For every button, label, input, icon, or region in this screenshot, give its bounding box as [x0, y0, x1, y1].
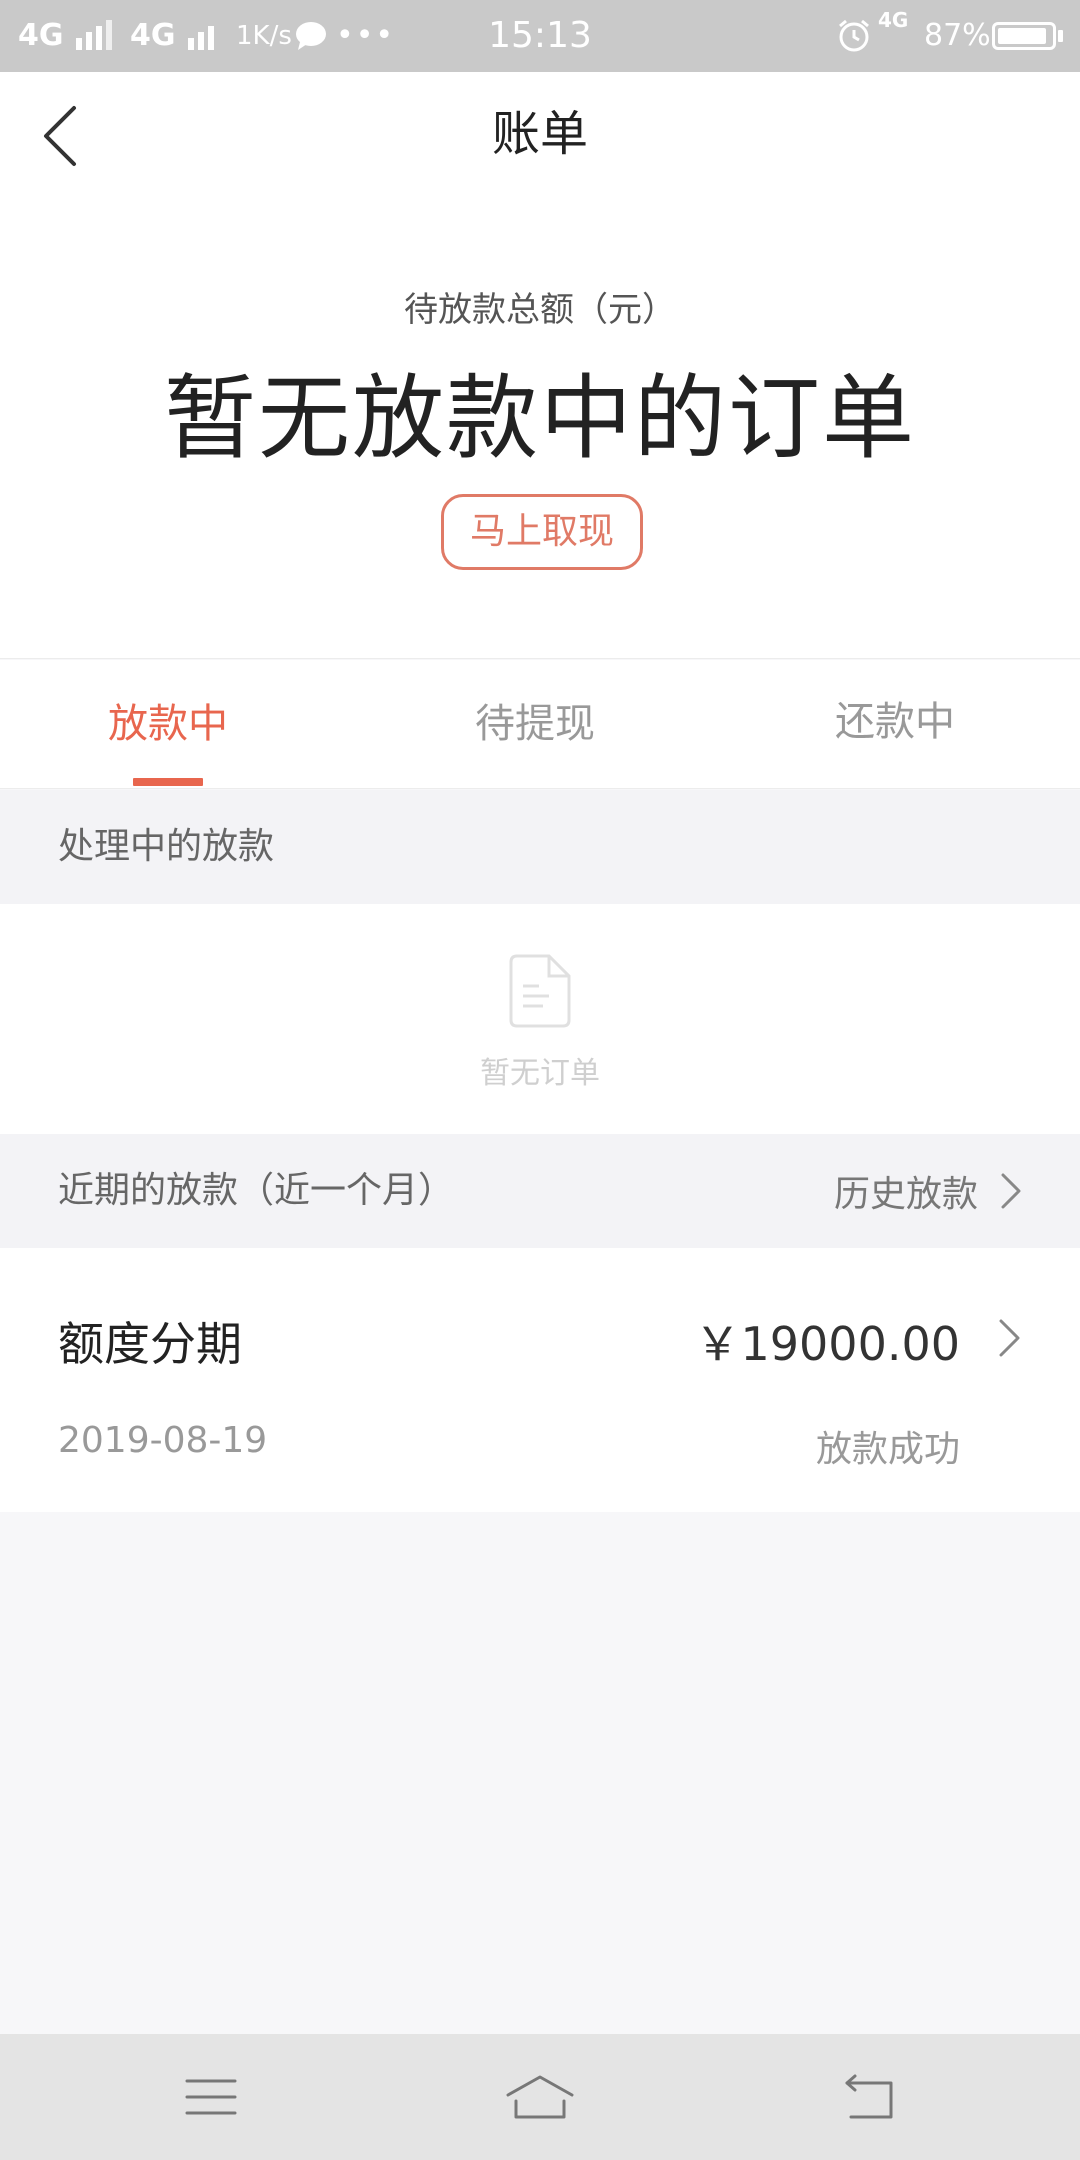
chevron-right-icon — [1001, 1173, 1021, 1209]
battery-icon — [992, 22, 1056, 50]
tab-lending[interactable]: 放款中 — [68, 660, 268, 788]
status-bar: 4G 4G 1K/s ••• 15:13 4G 87% — [0, 0, 1080, 72]
clock: 15:13 — [488, 15, 592, 56]
page-title: 账单 — [491, 106, 588, 162]
app-header: 账单 — [0, 72, 1080, 196]
document-icon — [509, 954, 571, 1028]
summary-panel: 待放款总额（元） 暂无放款中的订单 马上取现 — [0, 196, 1080, 659]
recent-section-header: 近期的放款（近一个月） 历史放款 — [0, 1134, 1080, 1248]
back-nav-button[interactable] — [824, 2060, 914, 2134]
menu-button[interactable] — [166, 2060, 256, 2134]
return-icon — [845, 2074, 893, 2119]
empty-text: 暂无订单 — [480, 1056, 600, 1091]
pending-total-label: 待放款总额（元） — [404, 290, 676, 330]
withdraw-now-button[interactable]: 马上取现 — [441, 494, 643, 570]
order-status: 放款成功 — [815, 1429, 960, 1470]
network-label-3: 4G — [878, 8, 909, 32]
home-icon — [506, 2075, 574, 2119]
alarm-icon — [839, 19, 869, 52]
tab-indicator — [133, 778, 203, 786]
order-item[interactable]: 额度分期 ￥19000.00 2019-08-19 放款成功 — [0, 1248, 1080, 1512]
processing-section-header: 处理中的放款 — [0, 790, 1080, 904]
tab-bar: 放款中 待提现 还款中 — [0, 660, 1080, 789]
battery-percent: 87% — [924, 18, 991, 53]
chevron-right-icon — [999, 1319, 1020, 1357]
order-date: 2019-08-19 — [58, 1420, 268, 1461]
empty-state: 暂无订单 — [0, 904, 1080, 1134]
order-amount: ￥19000.00 — [694, 1317, 961, 1371]
tab-pending-withdrawal[interactable]: 待提现 — [435, 660, 635, 788]
system-nav-bar — [0, 2034, 1080, 2160]
menu-icon — [185, 2079, 237, 2115]
processing-label: 处理中的放款 — [58, 826, 275, 867]
tab-repaying[interactable]: 还款中 — [795, 660, 995, 788]
pending-total-value: 暂无放款中的订单 — [163, 365, 916, 472]
home-button[interactable] — [495, 2060, 585, 2134]
recent-label: 近期的放款（近一个月） — [58, 1170, 455, 1211]
order-name: 额度分期 — [58, 1317, 242, 1371]
history-link[interactable]: 历史放款 — [834, 1134, 1022, 1248]
history-link-label: 历史放款 — [833, 1174, 978, 1215]
